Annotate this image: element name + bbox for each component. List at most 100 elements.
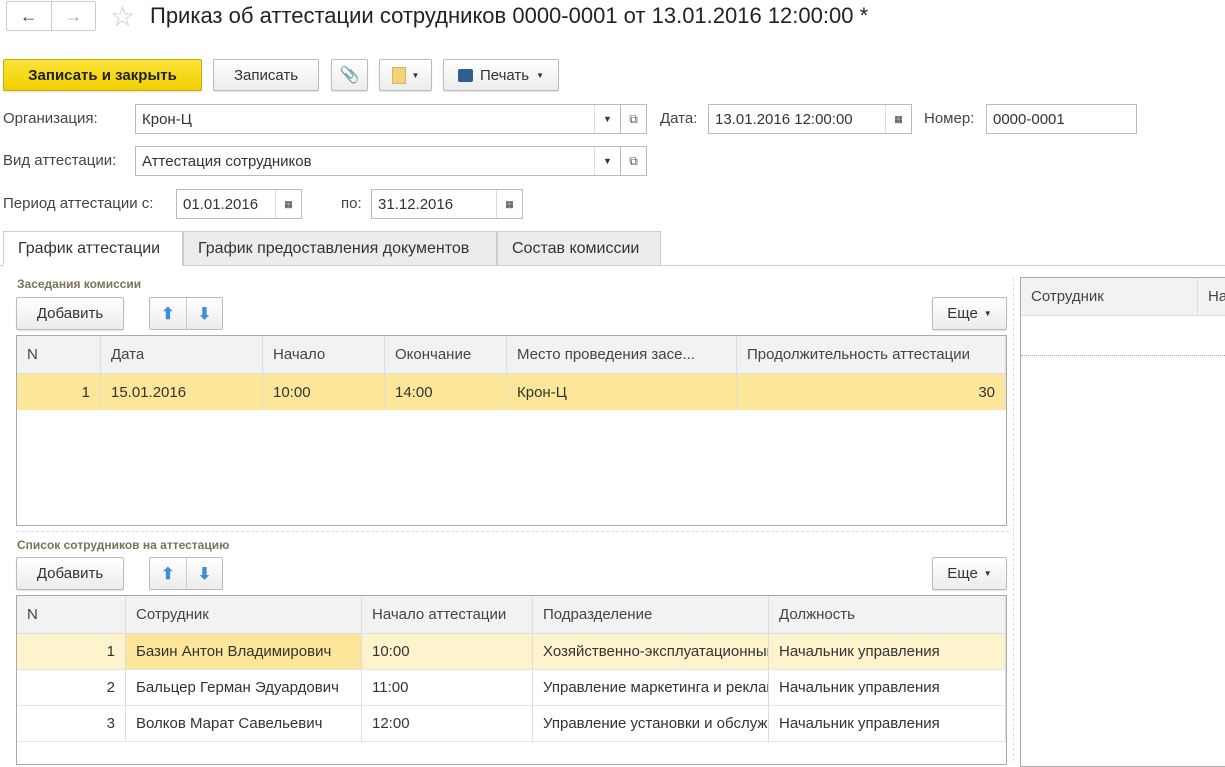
document-clock-icon: [391, 66, 406, 84]
cell: Бальцер Герман Эдуардович: [126, 670, 362, 705]
column-header[interactable]: Подразделение: [533, 596, 769, 633]
table-row[interactable]: 1 15.01.2016 10:00 14:00 Крон-Ц 30: [17, 374, 1006, 410]
table-row[interactable]: 1 Базин Антон Владимирович 10:00 Хозяйст…: [17, 634, 1006, 670]
star-icon[interactable]: ☆: [110, 0, 135, 33]
cell: Базин Антон Владимирович: [126, 634, 362, 669]
employees-title: Список сотрудников на аттестацию: [17, 538, 230, 552]
number-field[interactable]: 0000-0001: [986, 104, 1137, 134]
arrow-down-icon[interactable]: ⬇: [186, 558, 222, 589]
cell: Крон-Ц: [507, 374, 737, 410]
chevron-down-icon: ▼: [536, 70, 545, 80]
column-header[interactable]: Должность: [769, 596, 1006, 633]
cell: 1: [17, 374, 101, 410]
cell: 1: [17, 634, 126, 669]
cell: Управление установки и обслуживания: [533, 706, 769, 741]
chevron-down-icon: ▼: [411, 70, 420, 80]
number-label: Номер:: [924, 110, 975, 127]
arrow-up-icon[interactable]: ⬆: [150, 558, 186, 589]
org-field[interactable]: Крон-Ц ▼: [135, 104, 621, 134]
employees-table: N Сотрудник Начало аттестации Подразделе…: [16, 595, 1007, 765]
period-from-value: 01.01.2016: [183, 195, 259, 213]
column-header[interactable]: Начало аттестации: [362, 596, 533, 633]
cell: 15.01.2016: [101, 374, 263, 410]
column-header[interactable]: Сотрудник: [1021, 278, 1198, 315]
column-header[interactable]: На: [1198, 278, 1225, 315]
nav-buttons: ← →: [6, 1, 96, 31]
attach-icon[interactable]: 📎: [331, 59, 368, 91]
table-row[interactable]: 3 Волков Марат Савельевич 12:00 Управлен…: [17, 706, 1006, 742]
calendar-icon[interactable]: ▦: [275, 190, 301, 218]
period-from-field[interactable]: 01.01.2016 ▦: [176, 189, 302, 219]
cell: 11:00: [362, 670, 533, 705]
date-field[interactable]: 13.01.2016 12:00:00 ▦: [708, 104, 912, 134]
cell: 14:00: [385, 374, 507, 410]
arrow-up-icon[interactable]: ⬆: [150, 298, 186, 329]
forward-button[interactable]: →: [50, 2, 96, 30]
cell: 30: [737, 374, 1006, 410]
dropdown-icon[interactable]: ▼: [594, 147, 620, 175]
tab-commission[interactable]: Состав комиссии: [497, 231, 661, 266]
move-buttons: ⬆ ⬇: [149, 557, 223, 590]
cell: 3: [17, 706, 126, 741]
table-header: Сотрудник На: [1021, 278, 1225, 316]
cell: 10:00: [362, 634, 533, 669]
meetings-title: Заседания комиссии: [17, 277, 142, 291]
open-icon[interactable]: ⧉: [621, 104, 647, 134]
chevron-down-icon: ▼: [983, 309, 992, 318]
table-row[interactable]: 2 Бальцер Герман Эдуардович 11:00 Управл…: [17, 670, 1006, 706]
dropdown-icon[interactable]: ▼: [594, 105, 620, 133]
period-to-value: 31.12.2016: [378, 195, 454, 213]
period-label: Период аттестации с:: [3, 195, 154, 212]
column-header[interactable]: Место проведения засе...: [507, 336, 737, 373]
table-header: N Дата Начало Окончание Место проведения…: [17, 336, 1006, 374]
calendar-icon[interactable]: ▦: [885, 105, 911, 133]
column-header[interactable]: Начало: [263, 336, 385, 373]
more-button[interactable]: Еще ▼: [932, 557, 1007, 590]
date-value: 13.01.2016 12:00:00: [715, 110, 853, 128]
cell: 2: [17, 670, 126, 705]
more-label: Еще: [947, 305, 978, 322]
save-close-button[interactable]: Записать и закрыть: [3, 59, 202, 91]
move-buttons: ⬆ ⬇: [149, 297, 223, 330]
more-label: Еще: [947, 565, 978, 582]
cell: Начальник управления: [769, 706, 1006, 741]
column-header[interactable]: Окончание: [385, 336, 507, 373]
print-button[interactable]: Печать ▼: [443, 59, 559, 91]
table-header: N Сотрудник Начало аттестации Подразделе…: [17, 596, 1006, 634]
cell: Управление маркетинга и рекламы: [533, 670, 769, 705]
period-to-label: по:: [341, 195, 362, 212]
tab-schedule[interactable]: График аттестации: [3, 231, 183, 266]
open-icon[interactable]: ⧉: [621, 146, 647, 176]
table-row[interactable]: [1021, 316, 1225, 356]
cell: Начальник управления: [769, 634, 1006, 669]
add-employee-button[interactable]: Добавить: [16, 557, 124, 590]
arrow-down-icon[interactable]: ⬇: [186, 298, 222, 329]
chevron-down-icon: ▼: [983, 569, 992, 578]
cell: Хозяйственно-эксплуатационный отдел: [533, 634, 769, 669]
column-header[interactable]: Продолжительность аттестации: [737, 336, 1006, 373]
more-button[interactable]: Еще ▼: [932, 297, 1007, 330]
column-header[interactable]: Дата: [101, 336, 263, 373]
cell: 10:00: [263, 374, 385, 410]
column-header[interactable]: N: [17, 336, 101, 373]
column-header[interactable]: N: [17, 596, 126, 633]
add-meeting-button[interactable]: Добавить: [16, 297, 124, 330]
tab-documents-schedule[interactable]: График предоставления документов: [183, 231, 497, 266]
kind-value: Аттестация сотрудников: [142, 152, 312, 170]
cell: Волков Марат Савельевич: [126, 706, 362, 741]
cell: Начальник управления: [769, 670, 1006, 705]
kind-field[interactable]: Аттестация сотрудников ▼: [135, 146, 621, 176]
period-to-field[interactable]: 31.12.2016 ▦: [371, 189, 523, 219]
print-label: Печать: [479, 66, 530, 84]
cell: 12:00: [362, 706, 533, 741]
meetings-table: N Дата Начало Окончание Место проведения…: [16, 335, 1007, 526]
create-based-button[interactable]: ▼: [379, 59, 432, 91]
column-header[interactable]: Сотрудник: [126, 596, 362, 633]
org-value: Крон-Ц: [142, 110, 192, 128]
save-button[interactable]: Записать: [213, 59, 319, 91]
date-label: Дата:: [660, 110, 698, 127]
back-button[interactable]: ←: [7, 2, 51, 30]
commission-table: Сотрудник На: [1020, 277, 1225, 767]
printer-icon: [457, 68, 473, 82]
calendar-icon[interactable]: ▦: [496, 190, 522, 218]
